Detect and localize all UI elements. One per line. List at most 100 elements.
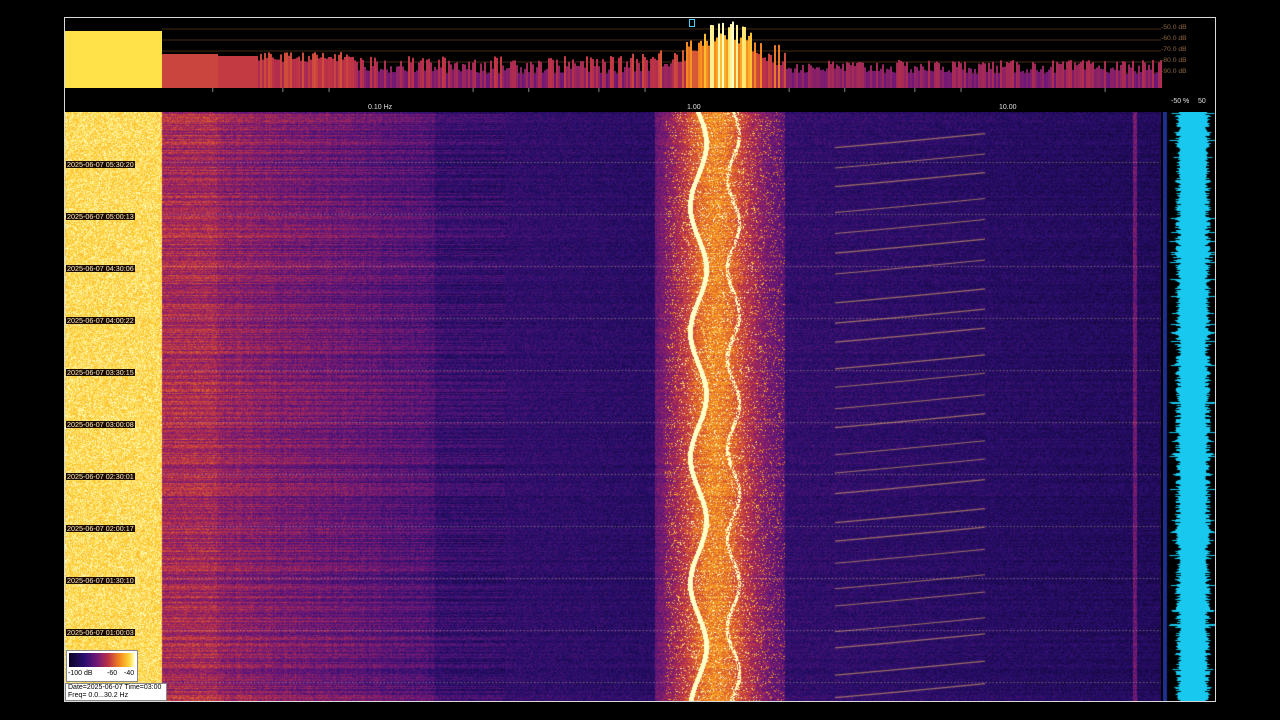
spectrum-bar xyxy=(492,68,494,88)
spectrum-bar xyxy=(354,60,356,88)
spectrum-bar xyxy=(1138,65,1140,88)
spectrum-bar xyxy=(300,60,302,88)
spectrum-bar xyxy=(166,54,168,88)
spectrum-bar xyxy=(250,56,252,88)
spectrum-bar xyxy=(1082,60,1084,88)
spectrum-bar xyxy=(906,61,908,88)
spectrum-bar xyxy=(688,46,690,88)
spectrum-bar xyxy=(1128,64,1130,88)
frequency-cursor-marker[interactable] xyxy=(689,19,695,27)
spectrum-bar xyxy=(584,67,586,88)
spectrum-bar xyxy=(1044,73,1046,88)
spectrum-plot[interactable] xyxy=(65,18,1215,88)
freq-tick-label: 1.00 xyxy=(687,104,701,111)
spectrum-bar xyxy=(682,50,684,88)
timestamp-label: 2025-06-07 05:00:13 xyxy=(66,212,135,221)
spectrum-bar xyxy=(1066,62,1068,88)
spectrum-bar xyxy=(1070,60,1072,88)
spectrum-bar xyxy=(488,72,490,88)
spectrum-bar xyxy=(376,61,378,88)
spectrum-bar xyxy=(520,67,522,88)
spectrum-bar xyxy=(552,59,554,88)
spectrum-bar xyxy=(916,67,918,88)
spectrum-bar xyxy=(558,65,560,88)
spectrum-bar xyxy=(594,66,596,88)
spectrum-bar xyxy=(784,52,786,88)
spectrum-bar xyxy=(306,61,308,88)
spectrum-bar xyxy=(606,73,608,88)
spectrum-bar xyxy=(650,58,652,88)
spectrum-bar xyxy=(990,68,992,88)
spectrum-bar xyxy=(518,73,520,88)
spectrum-bar xyxy=(914,66,916,88)
spectrum-bar xyxy=(994,73,996,88)
spectrum-bar xyxy=(298,56,300,88)
spectrum-bar xyxy=(228,56,230,88)
spectrum-bar xyxy=(1148,64,1150,88)
spectrum-bar xyxy=(1116,61,1118,88)
waterfall-canvas xyxy=(65,112,1161,701)
spectrum-bar xyxy=(398,66,400,88)
spectrum-bar xyxy=(972,73,974,88)
spectrum-bar xyxy=(806,72,808,88)
spectrum-bar xyxy=(722,22,724,88)
spectrum-bar xyxy=(946,71,948,88)
spectrum-bar xyxy=(1122,61,1124,88)
spectrum-bar xyxy=(564,56,566,88)
spectrum-bar xyxy=(392,72,394,88)
spectrum-bar xyxy=(714,41,716,88)
spectrum-bar xyxy=(730,24,732,88)
spectrum-bar xyxy=(186,54,188,88)
spectrum-bar xyxy=(888,69,890,88)
spectrum-bar xyxy=(866,71,868,88)
spectrum-bar xyxy=(334,54,336,88)
spectrum-bar xyxy=(604,61,606,88)
spectrum-bar xyxy=(670,63,672,88)
spectrum-bar xyxy=(1120,64,1122,88)
spectrum-bar xyxy=(566,66,568,88)
spectrum-bar xyxy=(274,59,276,88)
spectrum-bar xyxy=(236,56,238,88)
spectrum-bar xyxy=(658,53,660,88)
spectrum-bar xyxy=(814,68,816,88)
spectrum-bar xyxy=(944,72,946,88)
spectrum-bar xyxy=(232,56,234,88)
spectrum-bar xyxy=(908,72,910,88)
spectrum-bar xyxy=(780,65,782,88)
spectrum-bar xyxy=(1050,66,1052,88)
spectrum-bar xyxy=(418,62,420,88)
freq-tick-label: 10.00 xyxy=(999,104,1017,111)
spectrum-bar xyxy=(428,58,430,88)
spectrum-bar xyxy=(918,70,920,88)
color-legend: -100 dB -60 -40 xyxy=(66,650,138,682)
spectrum-bar xyxy=(540,62,542,88)
spectrum-bar xyxy=(430,62,432,88)
spectrum-bar xyxy=(628,67,630,88)
spectrum-bar xyxy=(1144,62,1146,88)
spectrum-bar xyxy=(610,56,612,88)
spectrum-bar xyxy=(440,67,442,88)
spectrum-bar xyxy=(372,66,374,88)
timestamp-label: 2025-06-07 03:30:15 xyxy=(66,368,135,377)
spectrum-bar xyxy=(312,53,314,88)
spectrum-bar xyxy=(368,70,370,88)
waterfall-plot[interactable]: 2025-06-07 05:30:20 2025-06-07 05:00:13 … xyxy=(65,112,1161,701)
spectrum-bar xyxy=(660,50,662,88)
spectrum-bar xyxy=(662,66,664,88)
spectrum-bar xyxy=(830,64,832,88)
spectrum-bar xyxy=(1026,69,1028,88)
spectrum-bar xyxy=(246,56,248,88)
spectrum-bar xyxy=(1086,61,1088,88)
spectrum-bar xyxy=(770,54,772,88)
spectrum-bar xyxy=(1022,70,1024,88)
db-label: -60.0 dB xyxy=(1161,35,1187,42)
spectrum-bar xyxy=(1042,65,1044,88)
spectrum-bar xyxy=(324,58,326,88)
spectrum-bar xyxy=(316,54,318,88)
spectrum-bar xyxy=(812,67,814,88)
spectrum-bar xyxy=(530,61,532,88)
spectrum-bar xyxy=(466,69,468,88)
spectrum-bar xyxy=(258,60,260,88)
spectrum-bar xyxy=(724,35,726,88)
spectrum-bar xyxy=(960,63,962,88)
